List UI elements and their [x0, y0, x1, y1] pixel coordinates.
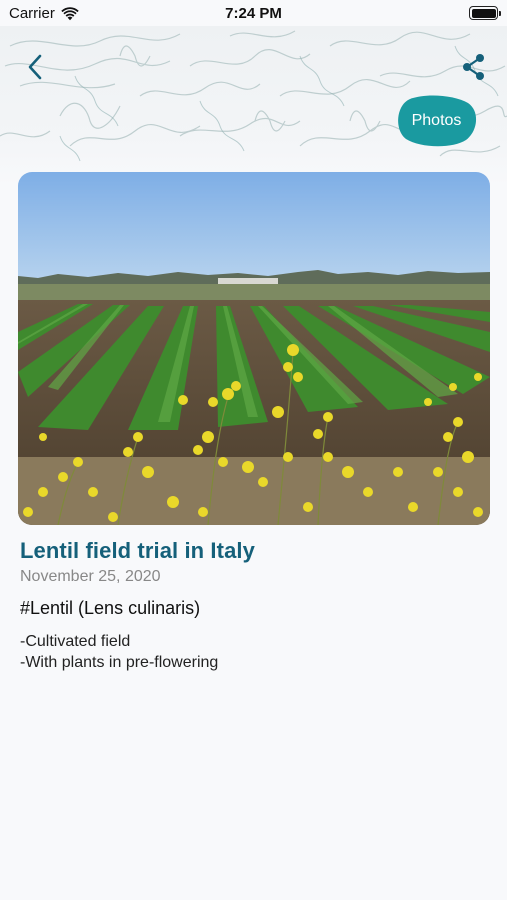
- observation-date: November 25, 2020: [20, 568, 161, 585]
- photos-label: Photos: [411, 112, 462, 129]
- photos-button[interactable]: Photos: [396, 95, 477, 147]
- observation-photo[interactable]: [18, 172, 490, 525]
- status-time: 7:24 PM: [225, 5, 282, 22]
- observation-details: Lentil field trial in Italy November 25,…: [20, 538, 490, 673]
- share-button[interactable]: [459, 52, 489, 82]
- chevron-left-icon: [28, 54, 42, 80]
- note-line: -Cultivated field: [20, 633, 131, 650]
- battery-icon: [469, 6, 501, 20]
- observation-notes: -Cultivated field -With plants in pre-fl…: [20, 631, 490, 673]
- share-icon: [463, 54, 484, 80]
- observation-title: Lentil field trial in Italy: [20, 538, 255, 563]
- note-line: -With plants in pre-flowering: [20, 654, 219, 671]
- back-button[interactable]: [20, 52, 50, 82]
- field-photo-illustration: [18, 172, 490, 525]
- status-bar: Carrier 7:24 PM: [0, 0, 507, 26]
- species-tag: #Lentil (Lens culinaris): [20, 598, 201, 618]
